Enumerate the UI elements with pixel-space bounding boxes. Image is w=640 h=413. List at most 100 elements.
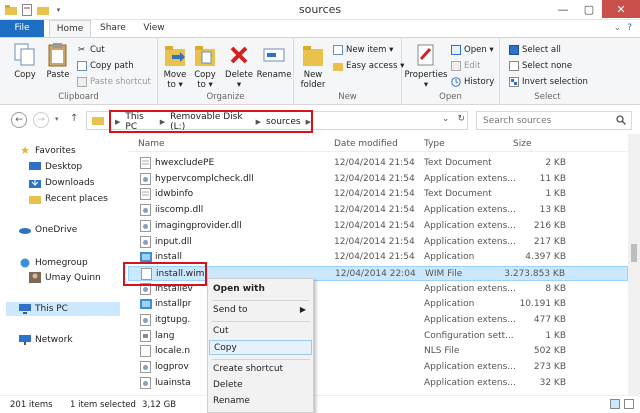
file-icon	[140, 188, 152, 201]
maximize-button[interactable]: ▢	[576, 0, 602, 18]
new-item-icon	[332, 44, 343, 55]
nav-desktop[interactable]: Desktop	[29, 161, 82, 172]
select-all-button[interactable]: Select all	[508, 44, 561, 55]
refresh-icon[interactable]: ↻	[457, 114, 465, 124]
homegroup-icon	[19, 257, 31, 268]
expand-ribbon-icon[interactable]: ⌄	[614, 23, 622, 33]
new-group: New folder New item ▾ Easy access ▾ New	[294, 38, 404, 105]
menu-open-with[interactable]: Open with	[209, 282, 312, 297]
vertical-scrollbar[interactable]	[628, 134, 640, 395]
scrollbar-thumb[interactable]	[631, 244, 637, 262]
invert-selection-button[interactable]: Invert selection	[508, 76, 588, 87]
tab-view[interactable]: View	[136, 20, 172, 37]
copy-to-button[interactable]: Copy to ▾	[190, 42, 220, 90]
title-bar: ▾ sources — ▢ ✕	[0, 0, 640, 20]
menu-send-to[interactable]: Send to ▶	[209, 303, 312, 318]
file-type: Application extens...	[424, 220, 516, 231]
file-name: install	[155, 252, 182, 263]
menu-separator	[212, 300, 310, 301]
file-row[interactable]: locale.n NLS File 502 KB	[128, 344, 628, 359]
help-icon[interactable]: ?	[627, 23, 632, 33]
file-name: installpr	[155, 299, 192, 310]
tab-share[interactable]: Share	[94, 20, 132, 37]
file-row[interactable]: input.dll 12/04/2014 21:54 Application ext…	[128, 235, 628, 250]
file-icon	[140, 157, 152, 169]
recent-places-icon	[29, 193, 41, 204]
nav-favorites[interactable]: ★ Favorites	[19, 144, 76, 157]
file-date: 12/04/2014 21:54	[334, 252, 415, 263]
file-row[interactable]: hwexcludePE 12/04/2014 21:54 Text Document…	[128, 156, 628, 171]
address-dropdown-icon[interactable]: ⌄	[442, 114, 450, 124]
copy-button[interactable]: Copy	[8, 42, 42, 80]
history-button[interactable]: History	[450, 76, 494, 87]
file-row[interactable]: iiscomp.dll 12/04/2014 21:54 Application e…	[128, 203, 628, 218]
selection-size: 3,12 GB	[142, 400, 177, 410]
column-date-modified[interactable]: Date modified	[334, 139, 398, 149]
selection-count: 1 item selected	[70, 400, 136, 410]
file-type: Application extens...	[424, 362, 516, 373]
new-item-button[interactable]: New item ▾	[332, 44, 393, 55]
select-label: Select	[534, 92, 561, 102]
easy-access-button[interactable]: Easy access ▾	[332, 60, 404, 71]
details-view-icon[interactable]	[610, 399, 620, 409]
file-row[interactable]: installpr Application 10.191 KB	[128, 297, 628, 312]
file-row[interactable]: luainsta Application extens... 32 KB	[128, 376, 628, 391]
file-row[interactable]: hypervcomplcheck.dll 12/04/2014 21:54 Appl…	[128, 172, 628, 187]
nav-network[interactable]: Network	[19, 334, 73, 345]
forward-button[interactable]: →	[33, 112, 49, 128]
open-button[interactable]: Open ▾	[450, 44, 494, 55]
tab-file[interactable]: File	[0, 20, 44, 37]
rename-button[interactable]: Rename	[256, 42, 292, 80]
nav-user[interactable]: Umay Quinn	[29, 272, 101, 283]
file-size: 216 KB	[533, 220, 566, 231]
large-icons-view-icon[interactable]	[624, 399, 634, 409]
nav-homegroup[interactable]: Homegroup	[19, 257, 88, 268]
edit-button[interactable]: Edit	[450, 60, 480, 71]
nav-onedrive[interactable]: OneDrive	[19, 224, 77, 235]
breadcrumb-removable-disk[interactable]: Removable Disk (L:)	[170, 112, 251, 132]
column-size[interactable]: Size	[513, 139, 531, 149]
file-row[interactable]: logprov Application extens... 273 KB	[128, 360, 628, 375]
window-title: sources	[298, 3, 342, 16]
column-name[interactable]: Name	[138, 139, 165, 149]
file-row[interactable]: imagingprovider.dll 12/04/2014 21:54 Appli…	[128, 219, 628, 234]
breadcrumb-this-pc[interactable]: This PC	[125, 112, 154, 132]
paste-button[interactable]: Paste	[42, 42, 74, 80]
recent-locations-icon[interactable]: ▾	[55, 115, 59, 123]
nav-downloads[interactable]: Downloads	[29, 177, 94, 188]
close-button[interactable]: ✕	[602, 0, 640, 18]
minimize-button[interactable]: —	[550, 0, 576, 18]
column-type[interactable]: Type	[424, 139, 445, 149]
nav-this-pc[interactable]: This PC	[6, 302, 120, 316]
copy-path-button[interactable]: Copy path	[76, 60, 134, 71]
search-input[interactable]: Search sources	[476, 111, 632, 130]
delete-button[interactable]: Delete ▾	[224, 42, 254, 90]
easy-access-icon	[332, 60, 343, 71]
menu-copy[interactable]: Copy	[209, 340, 312, 355]
back-button[interactable]: ←	[11, 112, 27, 128]
select-none-button[interactable]: Select none	[508, 60, 572, 71]
desktop-icon	[29, 161, 41, 172]
file-row[interactable]: idwbinfo 12/04/2014 21:54 Text Document 1 K…	[128, 187, 628, 202]
file-date: 12/04/2014 21:54	[334, 173, 415, 184]
up-arrow-icon[interactable]: ↑	[70, 113, 78, 124]
move-to-button[interactable]: Move to ▾	[160, 42, 190, 90]
file-row[interactable]: lang Configuration sett... 1 KB	[128, 329, 628, 344]
menu-cut[interactable]: Cut	[209, 324, 312, 339]
menu-delete[interactable]: Delete	[209, 378, 312, 393]
paste-shortcut-button[interactable]: Paste shortcut	[76, 76, 151, 87]
properties-button[interactable]: Properties ▾	[404, 42, 448, 90]
clipboard-icon	[46, 42, 70, 68]
tab-home[interactable]: Home	[49, 20, 91, 37]
file-row[interactable]: itgtupg. Application extens... 477 KB	[128, 313, 628, 328]
new-folder-button[interactable]: New folder	[298, 42, 328, 90]
history-icon	[450, 76, 461, 87]
chevron-right-icon: ▶	[299, 305, 306, 314]
menu-create-shortcut[interactable]: Create shortcut	[209, 362, 312, 377]
back-arrow-icon: ←	[15, 115, 23, 125]
breadcrumb-sources[interactable]: sources	[266, 117, 301, 127]
file-name: input.dll	[155, 236, 192, 247]
menu-rename[interactable]: Rename	[209, 394, 312, 409]
cut-button[interactable]: ✂ Cut	[76, 44, 105, 55]
nav-recent-places[interactable]: Recent places	[29, 193, 108, 204]
